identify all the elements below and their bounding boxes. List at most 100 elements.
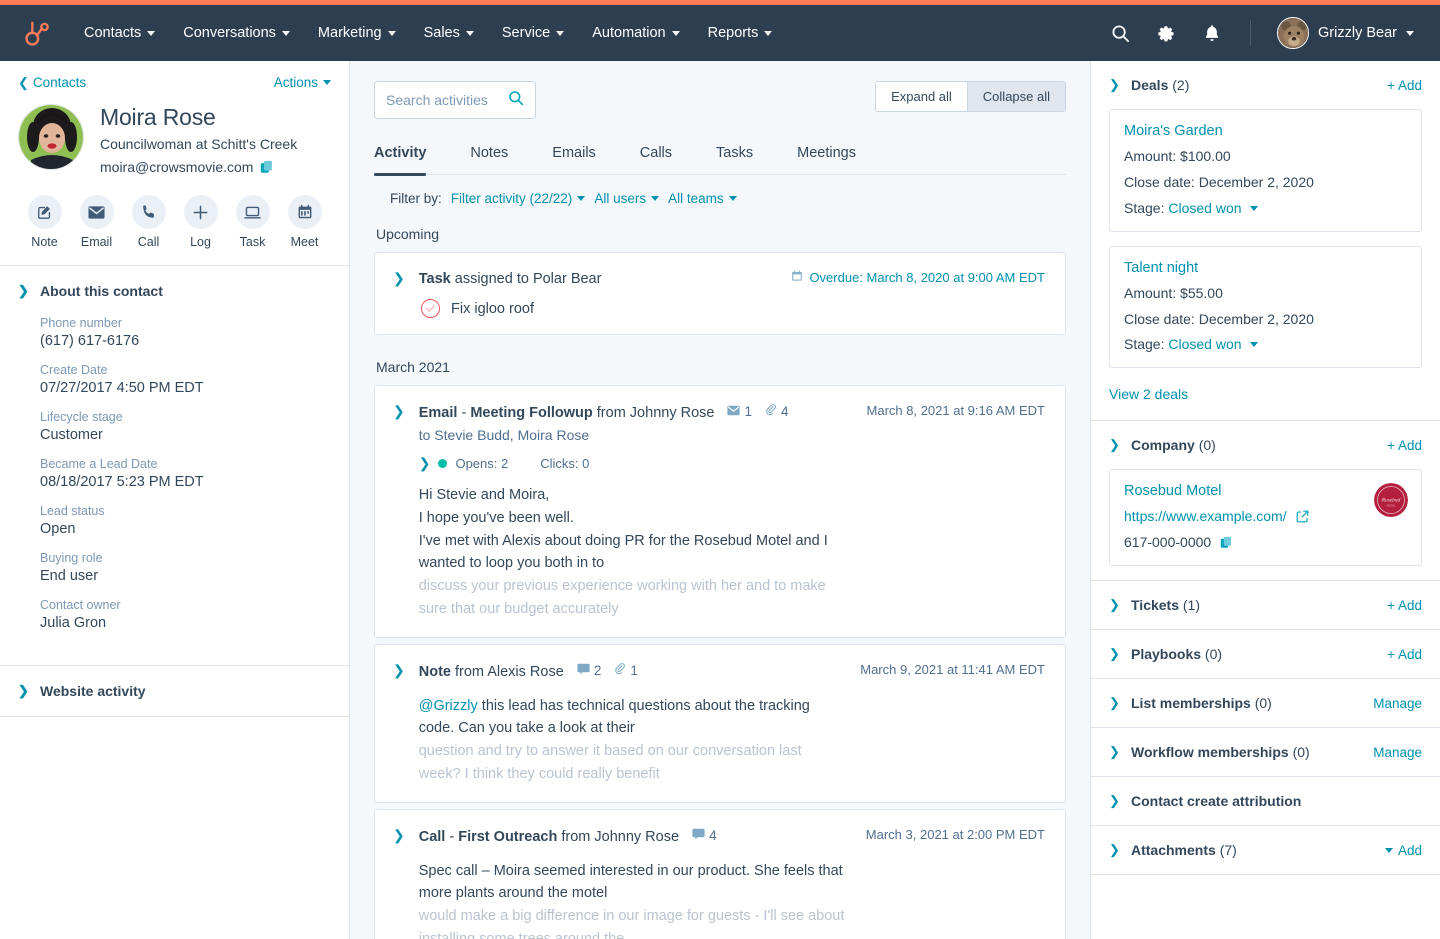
activity-card-email[interactable]: ❯ Email - Meeting Followup from Johnny R… (374, 385, 1066, 638)
add-deal-button[interactable]: + Add (1387, 78, 1422, 93)
bell-icon[interactable] (1192, 13, 1232, 53)
company-name[interactable]: Rosebud Motel (1124, 483, 1407, 499)
chevron-down-icon[interactable] (1250, 342, 1259, 348)
quick-action-meet[interactable]: Meet (283, 195, 327, 249)
playbooks-section-header[interactable]: ❯ Playbooks (0) + Add (1091, 630, 1440, 678)
nav-item-service[interactable]: Service (488, 17, 578, 49)
quick-action-task[interactable]: Task (231, 195, 275, 249)
search-input[interactable] (386, 92, 500, 108)
gear-icon[interactable] (1146, 13, 1186, 53)
back-to-contacts-link[interactable]: ❮ Contacts (18, 75, 86, 90)
tab-meetings[interactable]: Meetings (797, 135, 878, 175)
add-playbook-button[interactable]: + Add (1387, 647, 1422, 662)
tab-activity[interactable]: Activity (374, 135, 448, 176)
external-link-icon[interactable] (1296, 510, 1309, 523)
plus-icon (183, 195, 218, 229)
property-value[interactable]: End user (40, 568, 331, 584)
upcoming-task-card[interactable]: ❯ Task assigned to Polar Bear Overdue: M… (374, 252, 1066, 336)
nav-item-automation[interactable]: Automation (578, 17, 693, 49)
quick-actions-row: Note Email Call Log Task Meet (18, 195, 331, 249)
deal-card[interactable]: Moira's Garden Amount: $100.00 Close dat… (1109, 109, 1422, 232)
copy-icon[interactable] (1220, 536, 1233, 549)
close-date-label: Close date: (1124, 173, 1195, 190)
deal-name[interactable]: Talent night (1124, 260, 1407, 276)
workflow-memberships-section-header[interactable]: ❯ Workflow memberships (0) Manage (1091, 728, 1440, 776)
filter-activity-dropdown[interactable]: Filter activity (22/22) (451, 191, 586, 206)
stage-value[interactable]: Closed won (1168, 200, 1241, 216)
activity-timestamp: March 3, 2021 at 2:00 PM EDT (865, 826, 1045, 842)
deal-name[interactable]: Moira's Garden (1124, 123, 1407, 139)
manage-lists-button[interactable]: Manage (1373, 696, 1422, 711)
contact-avatar-photo[interactable] (18, 104, 84, 170)
filter-teams-dropdown[interactable]: All teams (668, 191, 737, 206)
add-ticket-button[interactable]: + Add (1387, 598, 1422, 613)
company-phone[interactable]: 617-000-0000 (1124, 534, 1211, 550)
chevron-right-icon[interactable]: ❯ (393, 402, 405, 420)
quick-action-email[interactable]: Email (75, 195, 119, 249)
company-section-header[interactable]: ❯ Company (0) + Add (1091, 421, 1440, 469)
task-name[interactable]: Fix igloo roof (451, 301, 534, 317)
copy-icon[interactable] (260, 160, 274, 174)
stage-value[interactable]: Closed won (1168, 336, 1241, 352)
contact-name: Moira Rose (100, 104, 216, 130)
property-value[interactable]: 08/18/2017 5:23 PM EDT (40, 474, 331, 490)
chevron-right-icon[interactable]: ❯ (393, 269, 405, 287)
nav-item-conversations[interactable]: Conversations (169, 17, 304, 49)
property-value[interactable]: 07/27/2017 4:50 PM EDT (40, 380, 331, 396)
hubspot-sprocket-icon[interactable] (22, 18, 52, 48)
chevron-right-icon[interactable]: ❯ (419, 454, 431, 472)
view-all-deals-link[interactable]: View 2 deals (1091, 382, 1440, 420)
tab-notes[interactable]: Notes (470, 135, 530, 175)
contact-create-attribution-section-header[interactable]: ❯ Contact create attribution (1091, 777, 1440, 825)
tab-emails[interactable]: Emails (552, 135, 618, 175)
task-checkbox-incomplete-icon[interactable] (421, 299, 440, 319)
property-value[interactable]: Customer (40, 427, 331, 443)
property-value[interactable]: Open (40, 521, 331, 537)
add-attachment-button[interactable]: Add (1384, 843, 1422, 858)
company-website[interactable]: https://www.example.com/ (1124, 508, 1287, 524)
note-pencil-icon (27, 195, 62, 229)
quick-action-log[interactable]: Log (179, 195, 223, 249)
search-activities-box[interactable] (374, 81, 536, 119)
property-value[interactable]: (617) 617-6176 (40, 333, 331, 349)
activity-card-call[interactable]: ❯ Call - First Outreach from Johnny Rose (374, 808, 1066, 939)
nav-item-sales[interactable]: Sales (410, 17, 488, 49)
nav-item-reports[interactable]: Reports (694, 17, 787, 49)
company-card[interactable]: Rosebud MOTEL Rosebud Motel https://www.… (1109, 469, 1422, 567)
attachments-section-header[interactable]: ❯ Attachments (7) Add (1091, 826, 1440, 874)
chevron-right-icon[interactable]: ❯ (393, 661, 405, 679)
mention-token[interactable]: @Grizzly (419, 698, 478, 714)
about-contact-section-header[interactable]: ❯ About this contact (0, 266, 349, 316)
deal-card[interactable]: Talent night Amount: $55.00 Close date: … (1109, 245, 1422, 369)
quick-action-note[interactable]: Note (23, 195, 67, 249)
tab-calls[interactable]: Calls (640, 135, 694, 175)
activity-feed[interactable]: Upcoming ❯ Task assigned to Polar Bear O… (350, 206, 1090, 939)
user-menu[interactable]: Grizzly Bear (1269, 13, 1422, 53)
engagement-row[interactable]: ❯ Opens: 2 Clicks: 0 (419, 454, 851, 472)
quick-action-label: Meet (290, 235, 319, 249)
collapse-all-button[interactable]: Collapse all (967, 82, 1065, 111)
chevron-right-icon[interactable]: ❯ (393, 826, 405, 844)
expand-all-button[interactable]: Expand all (876, 82, 967, 111)
deals-section-header[interactable]: ❯ Deals (2) + Add (1091, 61, 1440, 109)
contact-email[interactable]: moira@crowsmovie.com (100, 159, 253, 175)
manage-workflows-button[interactable]: Manage (1373, 745, 1422, 760)
stage-label: Stage: (1124, 199, 1165, 216)
actions-dropdown[interactable]: Actions (274, 75, 331, 90)
add-company-button[interactable]: + Add (1387, 438, 1422, 453)
nav-item-marketing[interactable]: Marketing (304, 17, 410, 49)
filter-users-dropdown[interactable]: All users (594, 191, 660, 206)
tickets-section-header[interactable]: ❯ Tickets (1) + Add (1091, 581, 1440, 629)
nav-item-contacts[interactable]: Contacts (70, 17, 169, 49)
activity-card-note[interactable]: ❯ Note from Alexis Rose 2 1 @Grizzly thi… (374, 643, 1066, 803)
search-icon[interactable] (1100, 13, 1140, 53)
quick-action-label: Note (31, 235, 58, 249)
chevron-down-icon[interactable] (1250, 205, 1259, 211)
list-memberships-section-header[interactable]: ❯ List memberships (0) Manage (1091, 679, 1440, 727)
quick-action-call[interactable]: Call (127, 195, 171, 249)
property-label: Became a Lead Date (40, 457, 158, 471)
property-value[interactable]: Julia Gron (40, 615, 331, 631)
website-activity-section-header[interactable]: ❯ Website activity (0, 666, 349, 716)
search-icon[interactable] (508, 90, 524, 111)
tab-tasks[interactable]: Tasks (716, 135, 775, 175)
